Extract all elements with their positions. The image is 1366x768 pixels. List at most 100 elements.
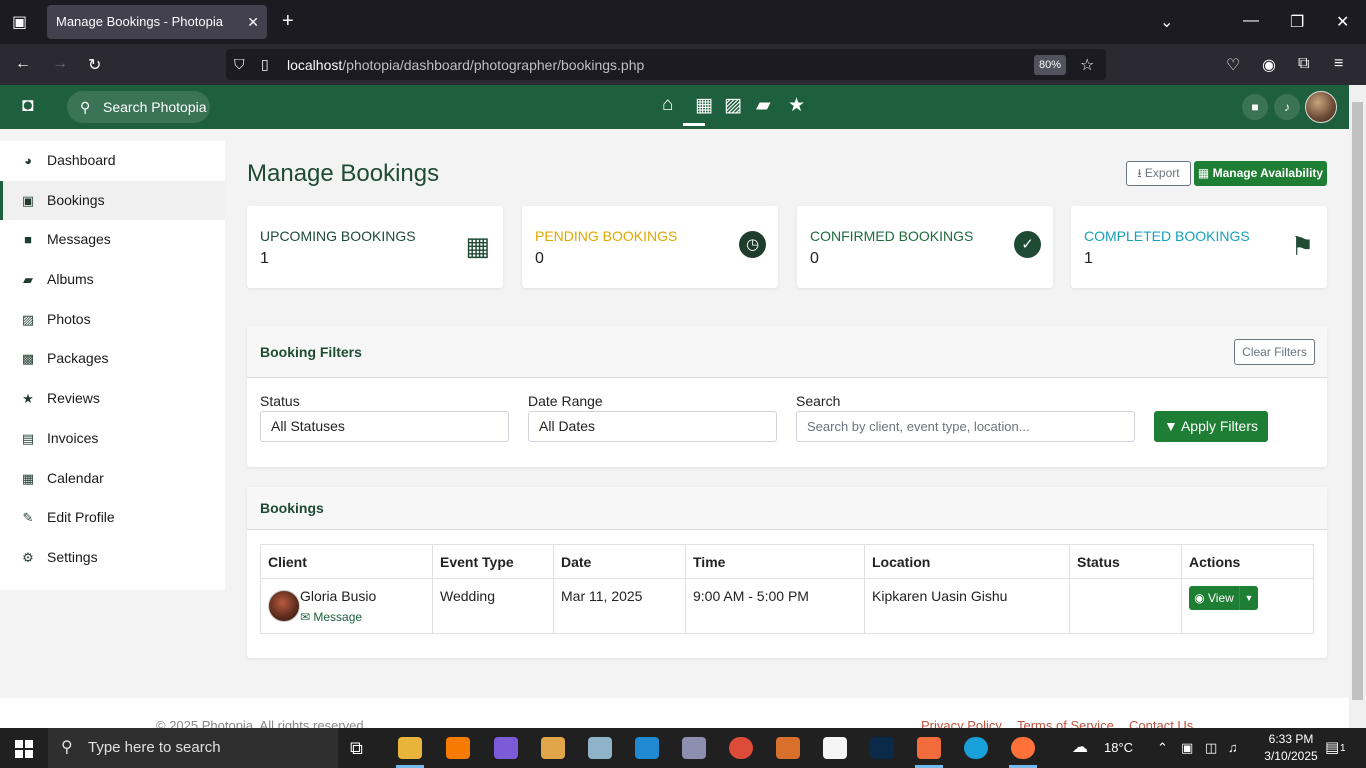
manage-availability-button[interactable]: ▦ Manage Availability — [1194, 161, 1327, 186]
date-cell: Mar 11, 2025 — [553, 578, 686, 634]
shield-icon[interactable]: ⛉ — [234, 56, 245, 73]
sidebar-item-reviews[interactable]: ★ Reviews — [0, 379, 225, 419]
pocket-icon[interactable]: ♡ — [1226, 55, 1240, 75]
sidebar-item-packages[interactable]: ▩ Packages — [0, 339, 225, 379]
message-link[interactable]: ✉ Message — [300, 610, 362, 624]
page-scrollbar[interactable] — [1349, 85, 1366, 728]
url-bar[interactable]: ⛉ ▯ localhost/photopia/dashboard/photogr… — [226, 49, 1106, 80]
card-header: Booking Filters Clear Filters — [247, 326, 1327, 378]
close-window-icon[interactable]: ✕ — [1336, 12, 1349, 32]
copilot-icon[interactable] — [494, 737, 518, 759]
bookmark-star-icon[interactable]: ☆ — [1080, 55, 1094, 75]
gauge-icon: ◕ — [24, 153, 32, 168]
status-cell — [1069, 578, 1182, 634]
sidebar-item-calendar[interactable]: ▦ Calendar — [0, 459, 225, 499]
location-cell: Kipkaren Uasin Gishu — [864, 578, 1070, 634]
table-row: Gloria Busio ✉ Message Wedding Mar 11, 2… — [260, 578, 1314, 634]
task-view-icon[interactable]: ⧉ — [350, 728, 363, 768]
apply-filters-button[interactable]: ▼ Apply Filters — [1154, 411, 1268, 442]
images-icon: ▨ — [21, 311, 35, 327]
photoshop-icon[interactable] — [870, 737, 894, 759]
reload-icon[interactable]: ↻ — [88, 55, 101, 75]
menu-icon[interactable]: ≡ — [1334, 55, 1343, 73]
close-tab-icon[interactable]: ✕ — [247, 5, 259, 39]
weather-icon[interactable]: ☁ — [1072, 728, 1088, 768]
forward-icon[interactable]: → — [52, 55, 68, 73]
view-button[interactable]: ◉ View — [1189, 586, 1239, 610]
microphone-icon[interactable] — [776, 737, 800, 759]
browser-tab[interactable]: Manage Bookings - Photopia ✕ — [47, 5, 267, 39]
user-avatar[interactable] — [1305, 91, 1337, 123]
chrome-icon[interactable] — [729, 737, 753, 759]
column-header: Client — [260, 544, 433, 579]
firefox-icon[interactable] — [1011, 737, 1035, 759]
page-title: Manage Bookings — [247, 160, 440, 187]
sidebar-item-dashboard[interactable]: ◕ Dashboard — [0, 141, 225, 181]
sublime-text-icon[interactable] — [446, 737, 470, 759]
browser-nav-bar: ← → ↻ ⛉ ▯ localhost/photopia/dashboard/p… — [0, 44, 1366, 85]
camera-logo-icon[interactable]: ◘ — [22, 95, 33, 117]
list-tabs-icon[interactable]: ⌄ — [1160, 12, 1173, 32]
actions-cell: ◉ View ▼ — [1181, 578, 1314, 634]
card-title: Booking Filters — [260, 344, 362, 360]
restore-icon[interactable]: ❐ — [1290, 12, 1304, 32]
search-label: Search Photopia — [103, 99, 207, 115]
date-range-select[interactable]: All Dates — [528, 411, 777, 442]
url-text[interactable]: localhost/photopia/dashboard/photographe… — [287, 57, 644, 73]
notification-bell-icon[interactable]: ♪ — [1274, 94, 1300, 120]
app-icon[interactable] — [588, 737, 612, 759]
status-label: Status — [260, 393, 300, 409]
sidebar-item-albums[interactable]: ▰ Albums — [0, 260, 225, 300]
search-button[interactable]: ⚲ Search Photopia — [67, 91, 210, 123]
network-icon[interactable]: ▣ — [1181, 728, 1193, 768]
sidebar-item-photos[interactable]: ▨ Photos — [0, 300, 225, 340]
bookings-table: Client Event Type Date Time Location Sta… — [260, 544, 1314, 634]
sidebar-item-messages[interactable]: ■ Messages — [0, 220, 225, 260]
capcut-icon[interactable] — [823, 737, 847, 759]
check-circle-icon: ✓ — [1014, 231, 1041, 258]
extensions-icon[interactable]: ⧉ — [1298, 55, 1309, 73]
home-icon[interactable]: ⌂ — [662, 94, 673, 116]
bookings-icon[interactable]: ▦ — [695, 94, 713, 117]
app-icon[interactable] — [541, 737, 565, 759]
albums-icon[interactable]: ▰ — [756, 94, 771, 117]
export-button[interactable]: ⭳ Export — [1126, 161, 1191, 186]
photos-icon[interactable]: ▨ — [724, 94, 742, 117]
sidebar-item-settings[interactable]: ⚙ Settings — [0, 538, 225, 578]
stat-label: COMPLETED BOOKINGS — [1084, 228, 1250, 244]
volume-icon[interactable]: ♫ — [1228, 728, 1238, 768]
actions-dropdown-toggle[interactable]: ▼ — [1239, 586, 1258, 610]
sidebar-item-bookings[interactable]: ▣ Bookings — [0, 180, 225, 221]
edge-icon[interactable] — [964, 737, 988, 759]
status-select[interactable]: All Statuses — [260, 411, 509, 442]
sidebar-item-invoices[interactable]: ▤ Invoices — [0, 419, 225, 459]
windows-start-icon[interactable] — [15, 740, 33, 758]
user-edit-icon: ✎ — [22, 510, 34, 526]
reviews-star-icon[interactable]: ★ — [788, 94, 805, 117]
zoom-level[interactable]: 80% — [1034, 55, 1066, 75]
taskbar-clock[interactable]: 6:33 PM 3/10/2025 — [1257, 731, 1325, 765]
scrollbar-thumb[interactable] — [1352, 102, 1363, 700]
account-icon[interactable]: ◉ — [1262, 55, 1276, 75]
vscode-icon[interactable] — [635, 737, 659, 759]
new-tab-icon[interactable]: + — [282, 10, 294, 33]
page-icon[interactable]: ▯ — [261, 56, 269, 73]
app-icon[interactable] — [682, 737, 706, 759]
clear-filters-button[interactable]: Clear Filters — [1234, 339, 1315, 365]
wifi-icon[interactable]: ◫ — [1205, 728, 1217, 768]
notifications-icon[interactable]: ▤ — [1325, 728, 1339, 768]
stat-value: 1 — [1084, 250, 1093, 267]
minimize-icon[interactable]: — — [1243, 12, 1259, 30]
messages-icon[interactable]: ■ — [1242, 94, 1268, 120]
tab-overview-icon[interactable]: ▣ — [12, 12, 27, 32]
search-input[interactable]: Search by client, event type, location..… — [796, 411, 1135, 442]
taskbar-search[interactable]: ⚲ Type here to search — [48, 728, 338, 768]
file-explorer-icon[interactable] — [398, 737, 422, 759]
stat-value: 1 — [260, 250, 269, 267]
xampp-icon[interactable] — [917, 737, 941, 759]
back-icon[interactable]: ← — [15, 55, 31, 73]
box-icon: ▩ — [21, 351, 35, 367]
show-hidden-icons-icon[interactable]: ⌃ — [1157, 728, 1168, 768]
sidebar-item-edit-profile[interactable]: ✎ Edit Profile — [0, 498, 225, 538]
weather-temp[interactable]: 18°C — [1104, 728, 1133, 768]
